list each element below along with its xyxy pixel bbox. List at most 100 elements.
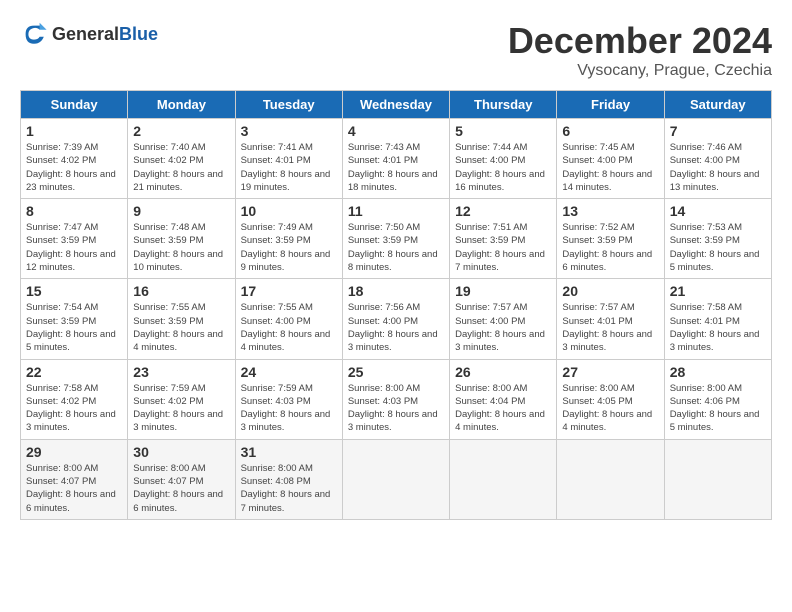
- day-info: Sunrise: 8:00 AMSunset: 4:07 PMDaylight:…: [26, 462, 122, 515]
- calendar-cell: 25Sunrise: 8:00 AMSunset: 4:03 PMDayligh…: [342, 359, 449, 439]
- weekday-header-friday: Friday: [557, 91, 664, 119]
- weekday-header-tuesday: Tuesday: [235, 91, 342, 119]
- day-info: Sunrise: 7:46 AMSunset: 4:00 PMDaylight:…: [670, 141, 766, 194]
- calendar-cell: 11 Sunrise: 7:50 AMSunset: 3:59 PMDayligh…: [342, 199, 449, 279]
- logo-blue: Blue: [119, 24, 158, 44]
- day-number: 13: [562, 203, 658, 219]
- logo: GeneralBlue: [20, 20, 158, 48]
- day-number: 8: [26, 203, 122, 219]
- calendar-cell: 18 Sunrise: 7:56 AMSunset: 4:00 PMDayligh…: [342, 279, 449, 359]
- day-info: Sunrise: 7:50 AMSunset: 3:59 PMDaylight:…: [348, 221, 444, 274]
- calendar-table: SundayMondayTuesdayWednesdayThursdayFrid…: [20, 90, 772, 520]
- calendar-cell: 29 Sunrise: 8:00 AMSunset: 4:07 PMDayligh…: [21, 439, 128, 519]
- day-info: Sunrise: 7:48 AMSunset: 3:59 PMDaylight:…: [133, 221, 229, 274]
- calendar-cell: 12 Sunrise: 7:51 AMSunset: 3:59 PMDayligh…: [450, 199, 557, 279]
- calendar-cell: 15Sunrise: 7:54 AMSunset: 3:59 PMDayligh…: [21, 279, 128, 359]
- calendar-cell: 27 Sunrise: 8:00 AMSunset: 4:05 PMDayligh…: [557, 359, 664, 439]
- calendar-cell: 16 Sunrise: 7:55 AMSunset: 3:59 PMDayligh…: [128, 279, 235, 359]
- logo-text: GeneralBlue: [52, 24, 158, 45]
- calendar-cell: 24 Sunrise: 7:59 AMSunset: 4:03 PMDayligh…: [235, 359, 342, 439]
- calendar-cell: [450, 439, 557, 519]
- calendar-cell: 23 Sunrise: 7:59 AMSunset: 4:02 PMDayligh…: [128, 359, 235, 439]
- location-title: Vysocany, Prague, Czechia: [508, 62, 772, 80]
- day-number: 12: [455, 203, 551, 219]
- day-number: 3: [241, 123, 337, 139]
- calendar-cell: 8 Sunrise: 7:47 AMSunset: 3:59 PMDaylight…: [21, 199, 128, 279]
- day-info: Sunrise: 7:56 AMSunset: 4:00 PMDaylight:…: [348, 301, 444, 354]
- calendar-cell: 10 Sunrise: 7:49 AMSunset: 3:59 PMDayligh…: [235, 199, 342, 279]
- day-number: 18: [348, 283, 444, 299]
- day-info: Sunrise: 7:45 AMSunset: 4:00 PMDaylight:…: [562, 141, 658, 194]
- weekday-header-wednesday: Wednesday: [342, 91, 449, 119]
- week-row-4: 22Sunrise: 7:58 AMSunset: 4:02 PMDayligh…: [21, 359, 772, 439]
- day-info: Sunrise: 7:58 AMSunset: 4:02 PMDaylight:…: [26, 382, 122, 435]
- day-number: 11: [348, 203, 444, 219]
- day-info: Sunrise: 7:59 AMSunset: 4:02 PMDaylight:…: [133, 382, 229, 435]
- day-number: 19: [455, 283, 551, 299]
- week-row-3: 15Sunrise: 7:54 AMSunset: 3:59 PMDayligh…: [21, 279, 772, 359]
- calendar-cell: 2Sunrise: 7:40 AMSunset: 4:02 PMDaylight…: [128, 119, 235, 199]
- calendar-body: 1 Sunrise: 7:39 AMSunset: 4:02 PMDaylight…: [21, 119, 772, 520]
- day-number: 27: [562, 364, 658, 380]
- day-number: 4: [348, 123, 444, 139]
- day-info: Sunrise: 7:57 AMSunset: 4:00 PMDaylight:…: [455, 301, 551, 354]
- day-info: Sunrise: 8:00 AMSunset: 4:05 PMDaylight:…: [562, 382, 658, 435]
- calendar-cell: 3 Sunrise: 7:41 AMSunset: 4:01 PMDaylight…: [235, 119, 342, 199]
- calendar-cell: 9 Sunrise: 7:48 AMSunset: 3:59 PMDaylight…: [128, 199, 235, 279]
- day-info: Sunrise: 7:57 AMSunset: 4:01 PMDaylight:…: [562, 301, 658, 354]
- day-number: 6: [562, 123, 658, 139]
- day-info: Sunrise: 7:49 AMSunset: 3:59 PMDaylight:…: [241, 221, 337, 274]
- calendar-cell: [557, 439, 664, 519]
- day-info: Sunrise: 7:39 AMSunset: 4:02 PMDaylight:…: [26, 141, 122, 194]
- calendar-cell: 30Sunrise: 8:00 AMSunset: 4:07 PMDayligh…: [128, 439, 235, 519]
- day-info: Sunrise: 8:00 AMSunset: 4:06 PMDaylight:…: [670, 382, 766, 435]
- day-number: 7: [670, 123, 766, 139]
- day-number: 14: [670, 203, 766, 219]
- calendar-cell: 20Sunrise: 7:57 AMSunset: 4:01 PMDayligh…: [557, 279, 664, 359]
- day-number: 26: [455, 364, 551, 380]
- day-number: 1: [26, 123, 122, 139]
- weekday-header-thursday: Thursday: [450, 91, 557, 119]
- title-area: December 2024 Vysocany, Prague, Czechia: [508, 20, 772, 80]
- weekday-header: SundayMondayTuesdayWednesdayThursdayFrid…: [21, 91, 772, 119]
- calendar-cell: 31Sunrise: 8:00 AMSunset: 4:08 PMDayligh…: [235, 439, 342, 519]
- day-number: 21: [670, 283, 766, 299]
- week-row-5: 29 Sunrise: 8:00 AMSunset: 4:07 PMDayligh…: [21, 439, 772, 519]
- calendar-cell: 22Sunrise: 7:58 AMSunset: 4:02 PMDayligh…: [21, 359, 128, 439]
- calendar-cell: 17Sunrise: 7:55 AMSunset: 4:00 PMDayligh…: [235, 279, 342, 359]
- day-number: 24: [241, 364, 337, 380]
- day-number: 10: [241, 203, 337, 219]
- logo-general: General: [52, 24, 119, 44]
- calendar-cell: 28Sunrise: 8:00 AMSunset: 4:06 PMDayligh…: [664, 359, 771, 439]
- day-info: Sunrise: 7:40 AMSunset: 4:02 PMDaylight:…: [133, 141, 229, 194]
- day-number: 16: [133, 283, 229, 299]
- day-info: Sunrise: 8:00 AMSunset: 4:04 PMDaylight:…: [455, 382, 551, 435]
- day-info: Sunrise: 7:51 AMSunset: 3:59 PMDaylight:…: [455, 221, 551, 274]
- week-row-2: 8 Sunrise: 7:47 AMSunset: 3:59 PMDaylight…: [21, 199, 772, 279]
- calendar-cell: 14 Sunrise: 7:53 AMSunset: 3:59 PMDayligh…: [664, 199, 771, 279]
- day-info: Sunrise: 7:53 AMSunset: 3:59 PMDaylight:…: [670, 221, 766, 274]
- calendar-cell: 7 Sunrise: 7:46 AMSunset: 4:00 PMDaylight…: [664, 119, 771, 199]
- calendar-cell: 4 Sunrise: 7:43 AMSunset: 4:01 PMDaylight…: [342, 119, 449, 199]
- day-number: 5: [455, 123, 551, 139]
- weekday-header-saturday: Saturday: [664, 91, 771, 119]
- calendar-cell: 21 Sunrise: 7:58 AMSunset: 4:01 PMDayligh…: [664, 279, 771, 359]
- day-number: 29: [26, 444, 122, 460]
- month-title: December 2024: [508, 20, 772, 62]
- weekday-header-sunday: Sunday: [21, 91, 128, 119]
- day-info: Sunrise: 7:47 AMSunset: 3:59 PMDaylight:…: [26, 221, 122, 274]
- day-info: Sunrise: 7:52 AMSunset: 3:59 PMDaylight:…: [562, 221, 658, 274]
- calendar-cell: 6 Sunrise: 7:45 AMSunset: 4:00 PMDaylight…: [557, 119, 664, 199]
- day-info: Sunrise: 7:43 AMSunset: 4:01 PMDaylight:…: [348, 141, 444, 194]
- day-info: Sunrise: 7:55 AMSunset: 3:59 PMDaylight:…: [133, 301, 229, 354]
- day-info: Sunrise: 7:58 AMSunset: 4:01 PMDaylight:…: [670, 301, 766, 354]
- day-info: Sunrise: 8:00 AMSunset: 4:07 PMDaylight:…: [133, 462, 229, 515]
- calendar-cell: 1 Sunrise: 7:39 AMSunset: 4:02 PMDaylight…: [21, 119, 128, 199]
- day-info: Sunrise: 7:59 AMSunset: 4:03 PMDaylight:…: [241, 382, 337, 435]
- day-info: Sunrise: 8:00 AMSunset: 4:08 PMDaylight:…: [241, 462, 337, 515]
- day-number: 23: [133, 364, 229, 380]
- day-number: 9: [133, 203, 229, 219]
- day-number: 25: [348, 364, 444, 380]
- day-info: Sunrise: 7:41 AMSunset: 4:01 PMDaylight:…: [241, 141, 337, 194]
- calendar-cell: [664, 439, 771, 519]
